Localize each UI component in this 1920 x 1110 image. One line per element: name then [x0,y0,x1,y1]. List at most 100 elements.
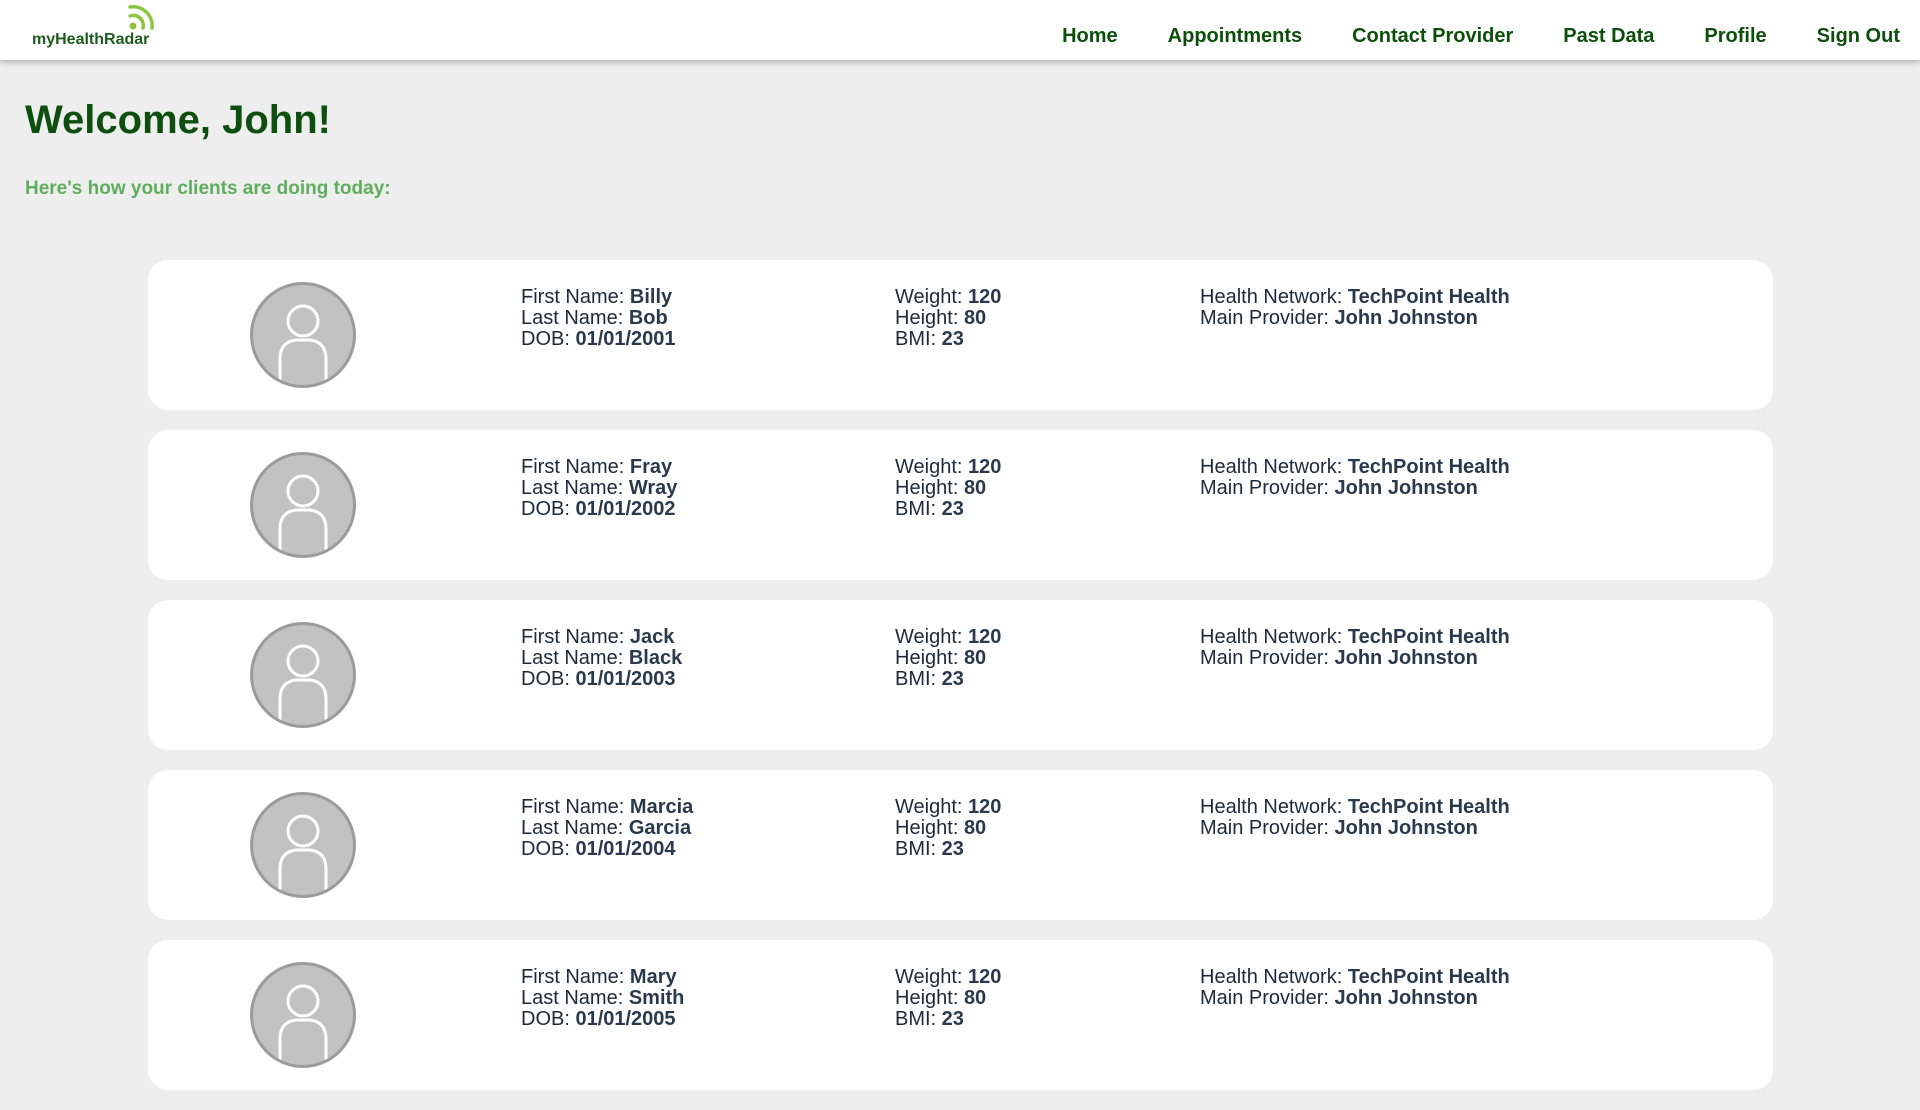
last-name-row: Last Name: Smith [521,988,684,1009]
main-provider-label: Main Provider: [1200,987,1335,1009]
bmi-value: 23 [941,1008,964,1030]
client-identity: First Name: Jack Last Name: Black DOB: 0… [521,627,682,690]
dob-label: DOB: [521,838,576,860]
main-provider-row: Main Provider: John Johnston [1200,478,1510,499]
user-avatar-icon [250,622,356,728]
client-vitals: Weight: 120 Height: 80 BMI: 23 [895,627,1001,690]
dob-label: DOB: [521,1008,576,1030]
bmi-label: BMI: [895,668,942,690]
last-name-value: Smith [628,987,685,1009]
first-name-value: Mary [629,966,677,988]
first-name-label: First Name: [521,456,630,478]
nav-appointments[interactable]: Appointments [1168,13,1302,48]
last-name-row: Last Name: Bob [521,308,676,329]
weight-label: Weight: [895,286,968,308]
client-card[interactable]: First Name: Mary Last Name: Smith DOB: 0… [148,940,1773,1090]
client-card[interactable]: First Name: Fray Last Name: Wray DOB: 01… [148,430,1773,580]
dob-value: 01/01/2005 [575,1008,676,1030]
user-avatar-icon [250,962,356,1068]
height-row: Height: 80 [895,988,1001,1009]
last-name-label: Last Name: [521,307,629,329]
client-list: First Name: Billy Last Name: Bob DOB: 01… [148,260,1773,1110]
client-network: Health Network: TechPoint Health Main Pr… [1200,797,1510,839]
weight-label: Weight: [895,796,968,818]
main-provider-value: John Johnston [1334,647,1478,669]
height-label: Height: [895,477,964,499]
client-card[interactable]: First Name: Jack Last Name: Black DOB: 0… [148,600,1773,750]
nav-past-data[interactable]: Past Data [1563,13,1654,48]
client-identity: First Name: Mary Last Name: Smith DOB: 0… [521,967,684,1030]
main-provider-label: Main Provider: [1200,477,1335,499]
bmi-label: BMI: [895,1008,942,1030]
health-network-label: Health Network: [1200,966,1348,988]
weight-row: Weight: 120 [895,457,1001,478]
height-label: Height: [895,647,964,669]
height-row: Height: 80 [895,308,1001,329]
health-network-row: Health Network: TechPoint Health [1200,627,1510,648]
nav-home[interactable]: Home [1062,13,1118,48]
height-row: Height: 80 [895,648,1001,669]
height-label: Height: [895,817,964,839]
main-provider-label: Main Provider: [1200,307,1335,329]
health-network-row: Health Network: TechPoint Health [1200,797,1510,818]
client-network: Health Network: TechPoint Health Main Pr… [1200,967,1510,1009]
user-avatar-icon [250,452,356,558]
first-name-label: First Name: [521,966,630,988]
height-value: 80 [963,477,987,499]
client-card[interactable]: First Name: Marcia Last Name: Garcia DOB… [148,770,1773,920]
nav-contact-provider[interactable]: Contact Provider [1352,13,1513,48]
client-network: Health Network: TechPoint Health Main Pr… [1200,287,1510,329]
bmi-value: 23 [941,838,964,860]
dob-value: 01/01/2003 [575,668,676,690]
client-card[interactable]: First Name: Billy Last Name: Bob DOB: 01… [148,260,1773,410]
dob-row: DOB: 01/01/2003 [521,669,682,690]
main-provider-value: John Johnston [1334,987,1478,1009]
page-subtitle: Here's how your clients are doing today: [25,178,391,199]
height-value: 80 [963,647,987,669]
nav-profile[interactable]: Profile [1704,13,1766,48]
last-name-row: Last Name: Black [521,648,682,669]
app-logo[interactable]: myHealthRadar [32,4,182,54]
last-name-value: Bob [628,307,668,329]
nav-sign-out[interactable]: Sign Out [1817,13,1900,48]
health-network-label: Health Network: [1200,286,1348,308]
dob-label: DOB: [521,328,576,350]
last-name-label: Last Name: [521,477,629,499]
health-network-value: TechPoint Health [1347,796,1510,818]
health-network-label: Health Network: [1200,796,1348,818]
last-name-row: Last Name: Wray [521,478,677,499]
weight-row: Weight: 120 [895,967,1001,988]
bmi-label: BMI: [895,328,942,350]
first-name-value: Marcia [629,796,694,818]
client-identity: First Name: Fray Last Name: Wray DOB: 01… [521,457,677,520]
last-name-value: Garcia [628,817,692,839]
height-value: 80 [963,307,987,329]
first-name-label: First Name: [521,796,630,818]
first-name-row: First Name: Jack [521,627,682,648]
weight-label: Weight: [895,966,968,988]
weight-row: Weight: 120 [895,627,1001,648]
health-network-value: TechPoint Health [1347,286,1510,308]
last-name-value: Black [628,647,683,669]
main-provider-row: Main Provider: John Johnston [1200,648,1510,669]
height-row: Height: 80 [895,818,1001,839]
health-network-row: Health Network: TechPoint Health [1200,457,1510,478]
client-network: Health Network: TechPoint Health Main Pr… [1200,627,1510,669]
main-provider-value: John Johnston [1334,307,1478,329]
bmi-row: BMI: 23 [895,329,1001,350]
client-identity: First Name: Billy Last Name: Bob DOB: 01… [521,287,676,350]
height-value: 80 [963,817,987,839]
user-avatar-icon [250,792,356,898]
dob-row: DOB: 01/01/2002 [521,499,677,520]
dob-value: 01/01/2001 [575,328,676,350]
first-name-label: First Name: [521,286,630,308]
first-name-value: Billy [629,286,673,308]
bmi-value: 23 [941,668,964,690]
weight-value: 120 [968,286,1002,308]
client-vitals: Weight: 120 Height: 80 BMI: 23 [895,457,1001,520]
weight-row: Weight: 120 [895,287,1001,308]
weight-value: 120 [968,626,1002,648]
dob-row: DOB: 01/01/2005 [521,1009,684,1030]
dob-label: DOB: [521,668,576,690]
bmi-value: 23 [941,498,964,520]
